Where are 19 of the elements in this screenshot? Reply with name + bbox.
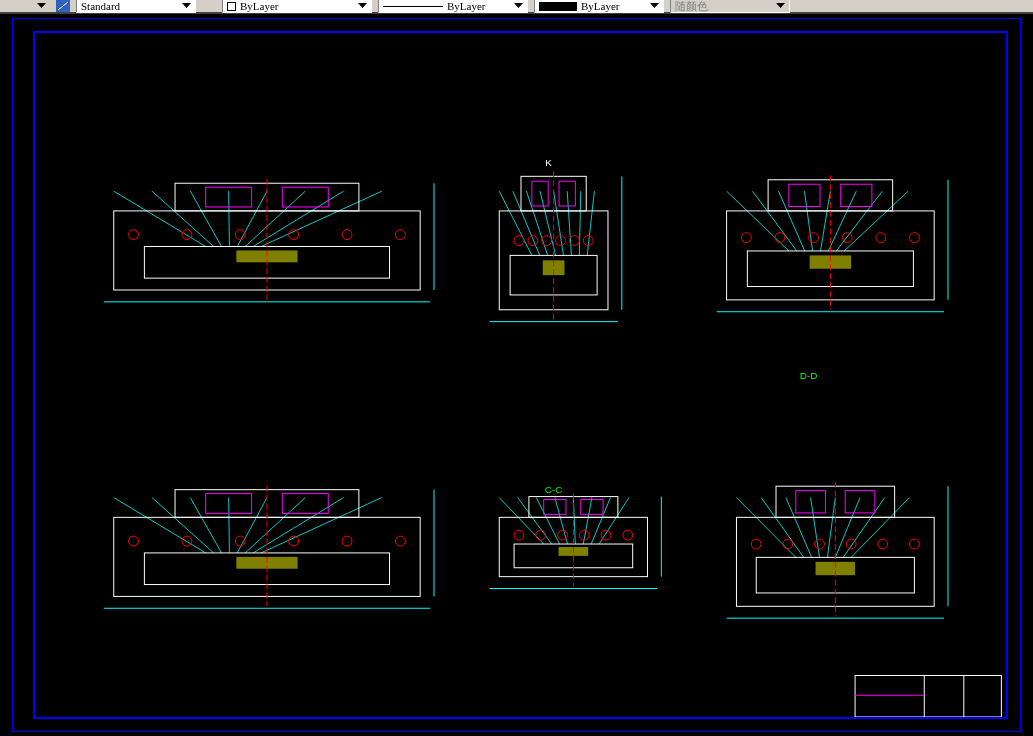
- dropdown[interactable]: ByLayer: [534, 0, 664, 13]
- caret-icon: [514, 3, 523, 9]
- view-label: C-C: [544, 483, 563, 495]
- dropdown[interactable]: ByLayer: [378, 0, 528, 13]
- text-style-icon[interactable]: [56, 0, 70, 12]
- caret-icon: [358, 3, 367, 9]
- dropdown[interactable]: ByLayer: [222, 0, 372, 13]
- linetype-value: ByLayer: [447, 0, 486, 14]
- caret-icon: [182, 3, 191, 9]
- dropdown[interactable]: Standard: [76, 0, 196, 13]
- text-style-value: Standard: [81, 0, 121, 14]
- color-value: ByLayer: [240, 0, 279, 14]
- lineweight-value: ByLayer: [581, 0, 620, 14]
- caret-icon: [37, 3, 46, 9]
- view-label: D-D: [799, 369, 818, 381]
- caret-icon: [650, 3, 659, 9]
- view-label: K: [545, 157, 552, 169]
- plot-style-value: 随颜色: [675, 0, 708, 14]
- caret-icon: [776, 3, 785, 9]
